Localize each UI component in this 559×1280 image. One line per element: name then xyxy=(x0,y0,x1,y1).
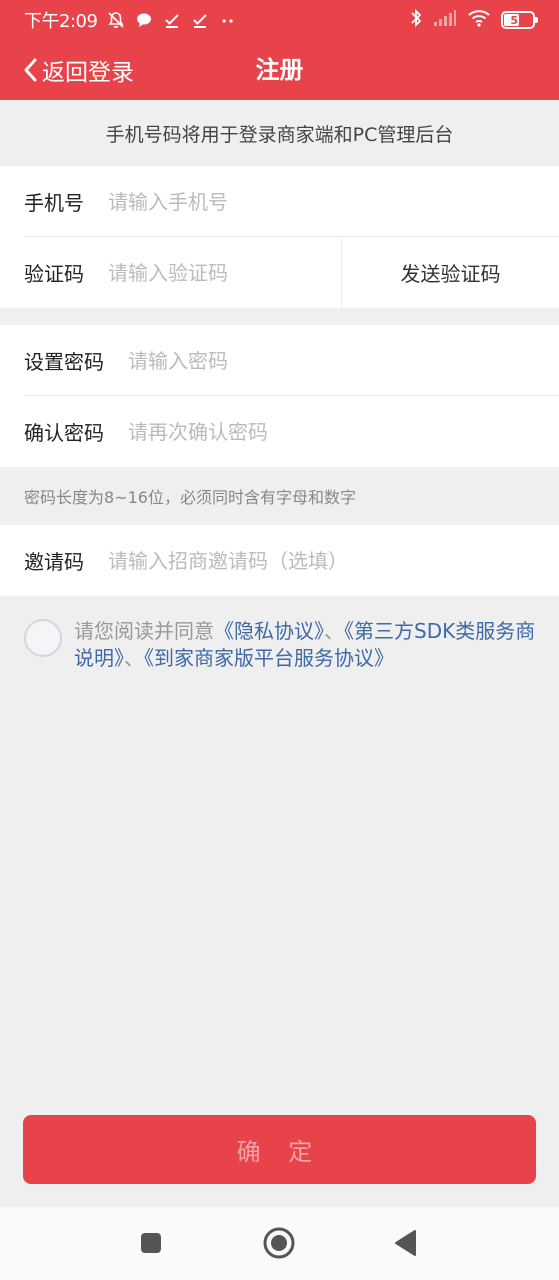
verification-code-input[interactable] xyxy=(108,252,318,293)
battery-percent: 53 xyxy=(510,13,526,27)
confirm-password-row: 确认密码 xyxy=(0,396,559,467)
back-to-login-button[interactable]: 返回登录 xyxy=(22,50,134,90)
agreement-text: 请您阅读并同意《隐私协议》、《第三方SDK类服务商说明》、《到家商家版平台服务协… xyxy=(74,618,544,672)
status-time: 下午2:09 xyxy=(24,11,98,32)
password-group: 设置密码 确认密码 xyxy=(0,325,559,467)
more-dots-icon xyxy=(219,11,237,29)
phone-verification-group: 手机号 验证码 发送验证码 xyxy=(0,166,559,308)
invite-code-input[interactable] xyxy=(108,540,559,581)
system-nav-bar xyxy=(0,1207,559,1280)
invite-group: 邀请码 xyxy=(0,525,559,596)
check-icon xyxy=(191,11,209,29)
agreement-section: 请您阅读并同意《隐私协议》、《第三方SDK类服务商说明》、《到家商家版平台服务协… xyxy=(24,618,544,672)
phone-label: 手机号 xyxy=(24,191,84,215)
confirm-password-label: 确认密码 xyxy=(24,421,104,445)
agreement-separator: 、 xyxy=(124,646,144,670)
password-row: 设置密码 xyxy=(0,325,559,396)
invite-row: 邀请码 xyxy=(0,525,559,596)
mute-bell-icon xyxy=(107,11,125,29)
agreement-prefix: 请您阅读并同意 xyxy=(74,619,214,643)
verification-code-row: 验证码 发送验证码 xyxy=(0,237,559,308)
navigation-bar: 返回登录 注册 xyxy=(0,40,559,100)
password-input[interactable] xyxy=(128,340,559,381)
phone-row: 手机号 xyxy=(0,166,559,237)
invite-label: 邀请码 xyxy=(24,550,84,574)
password-label: 设置密码 xyxy=(24,350,104,374)
password-hint: 密码长度为8~16位，必须同时含有字母和数字 xyxy=(24,488,356,507)
circle-home-icon[interactable] xyxy=(261,1225,297,1261)
check-icon xyxy=(163,11,181,29)
agree-checkbox[interactable] xyxy=(24,619,62,657)
verification-code-label: 验证码 xyxy=(24,262,84,286)
phone-input[interactable] xyxy=(108,181,559,222)
wifi-icon xyxy=(467,9,491,32)
privacy-policy-link[interactable]: 《隐私协议》 xyxy=(214,619,324,643)
app-header: 下午2:09 53 返回登录 注册 xyxy=(0,0,559,100)
service-agreement-link[interactable]: 《到家商家版平台服务协议》 xyxy=(144,646,394,670)
confirm-button[interactable]: 确 定 xyxy=(23,1115,536,1184)
triangle-back-icon[interactable] xyxy=(388,1225,424,1261)
phone-usage-notice: 手机号码将用于登录商家端和PC管理后台 xyxy=(105,123,454,146)
signal-icon xyxy=(433,9,457,32)
confirm-password-input[interactable] xyxy=(128,411,559,452)
chat-bubble-icon xyxy=(135,11,153,29)
bluetooth-icon xyxy=(409,8,423,33)
back-label: 返回登录 xyxy=(42,60,134,86)
agreement-separator: 、 xyxy=(324,619,344,643)
send-code-button[interactable]: 发送验证码 xyxy=(341,237,559,308)
chevron-left-icon xyxy=(24,58,37,82)
battery-icon: 53 xyxy=(501,11,538,29)
status-bar: 下午2:09 53 xyxy=(0,0,559,40)
square-recents-icon[interactable] xyxy=(133,1225,169,1261)
